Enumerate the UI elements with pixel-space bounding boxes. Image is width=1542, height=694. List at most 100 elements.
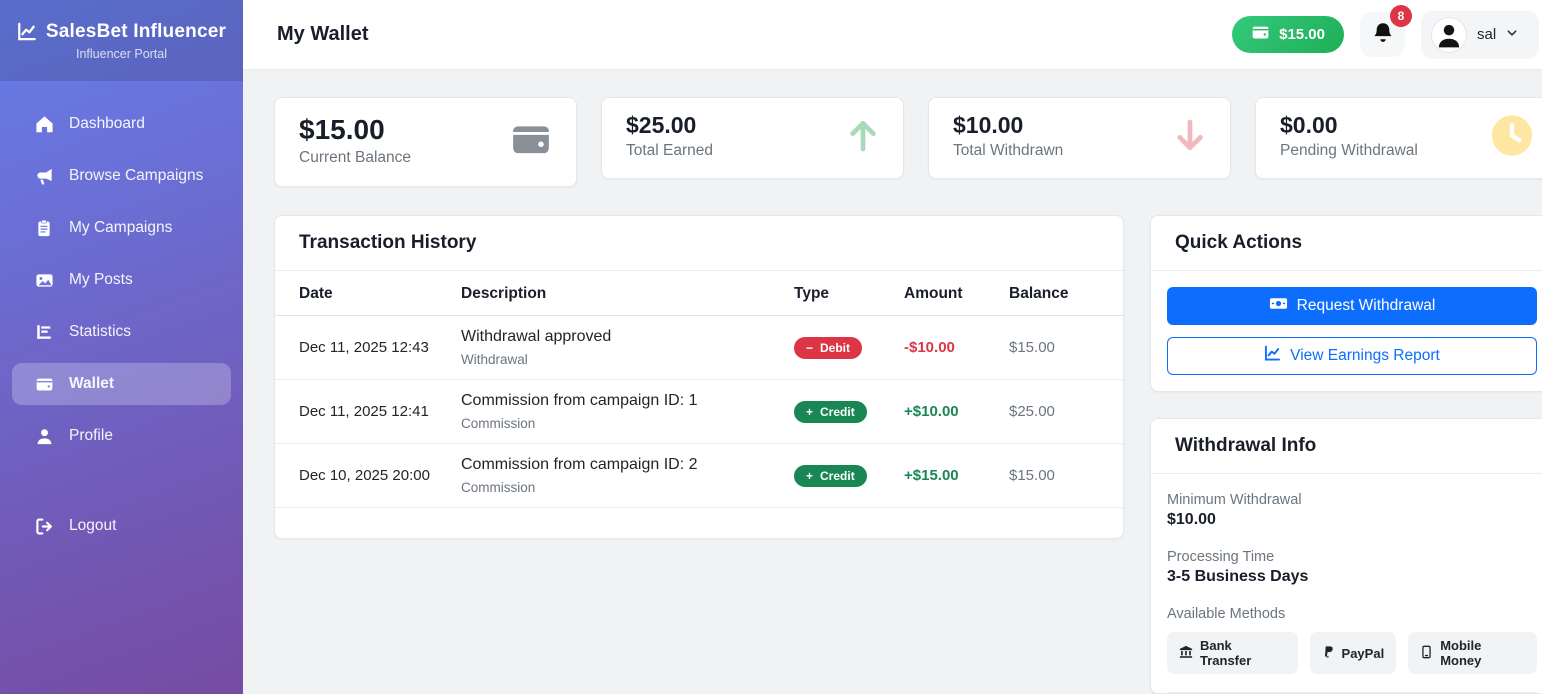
quick-actions-title: Quick Actions <box>1151 216 1542 271</box>
right-column: Quick Actions Request Withdrawal <box>1150 215 1542 694</box>
wallet-icon <box>508 119 554 166</box>
sidebar-item-browse-campaigns[interactable]: Browse Campaigns <box>12 155 231 197</box>
withdrawal-info-title: Withdrawal Info <box>1151 419 1542 474</box>
sidebar-item-logout[interactable]: Logout <box>12 505 231 547</box>
wallet-icon <box>34 374 54 394</box>
tx-description: Commission from campaign ID: 2 <box>461 456 774 474</box>
tx-date: Dec 11, 2025 12:43 <box>275 316 451 380</box>
main-column: My Wallet $15.00 8 sal <box>243 0 1542 694</box>
sidebar-item-label: Logout <box>69 517 116 535</box>
minimum-withdrawal-label: Minimum Withdrawal <box>1167 492 1537 508</box>
table-row: Dec 11, 2025 12:41 Commission from campa… <box>275 380 1123 444</box>
processing-time-value: 3-5 Business Days <box>1167 568 1537 586</box>
sidebar-item-label: My Campaigns <box>69 219 172 237</box>
notification-count-badge: 8 <box>1390 5 1412 27</box>
method-label: Bank Transfer <box>1200 638 1286 668</box>
brand-subtitle: Influencer Portal <box>76 47 167 61</box>
tx-category: Withdrawal <box>461 352 774 367</box>
sidebar-item-label: Statistics <box>69 323 131 341</box>
logout-icon <box>34 516 54 536</box>
available-methods-label: Available Methods <box>1167 606 1537 622</box>
content-area: $15.00 Current Balance $25.00 Total Earn… <box>243 69 1542 694</box>
type-label: Credit <box>820 405 855 419</box>
wallet-balance-pill[interactable]: $15.00 <box>1232 16 1344 53</box>
tx-amount: +$10.00 <box>894 380 999 444</box>
bank-icon <box>1179 645 1193 662</box>
section-divider <box>1167 692 1537 693</box>
view-earnings-label: View Earnings Report <box>1290 347 1440 365</box>
image-icon <box>34 270 54 290</box>
transaction-history-title: Transaction History <box>275 216 1123 271</box>
stat-card-pending-withdrawal: $0.00 Pending Withdrawal <box>1255 97 1542 179</box>
topbar-balance: $15.00 <box>1279 26 1325 43</box>
sidebar-item-my-campaigns[interactable]: My Campaigns <box>12 207 231 249</box>
arrow-down-icon <box>1172 116 1208 161</box>
view-earnings-report-button[interactable]: View Earnings Report <box>1167 337 1537 375</box>
method-badge-bank-transfer: Bank Transfer <box>1167 632 1298 674</box>
stats-row: $15.00 Current Balance $25.00 Total Earn… <box>274 97 1542 187</box>
method-badge-paypal: PayPal <box>1310 632 1397 674</box>
sidebar: SalesBet Influencer Influencer Portal Da… <box>0 0 243 694</box>
clipboard-icon <box>34 218 54 238</box>
column-header-description: Description <box>451 271 784 316</box>
brand-title: SalesBet Influencer <box>46 21 226 43</box>
tx-date: Dec 11, 2025 12:41 <box>275 380 451 444</box>
sidebar-item-dashboard[interactable]: Dashboard <box>12 103 231 145</box>
sidebar-item-label: Browse Campaigns <box>69 167 203 185</box>
tx-date: Dec 10, 2025 20:00 <box>275 444 451 508</box>
notifications-button[interactable]: 8 <box>1360 12 1405 57</box>
table-row: Dec 11, 2025 12:43 Withdrawal approved W… <box>275 316 1123 380</box>
page-title: My Wallet <box>277 23 369 46</box>
method-label: Mobile Money <box>1440 638 1525 668</box>
transaction-history-card: Transaction History Date Description Typ… <box>274 215 1124 539</box>
sidebar-spacer <box>12 467 231 505</box>
plus-sign: + <box>806 405 813 419</box>
sidebar-item-wallet[interactable]: Wallet <box>12 363 231 405</box>
method-label: PayPal <box>1342 646 1385 661</box>
request-withdrawal-label: Request Withdrawal <box>1297 297 1436 315</box>
arrow-up-icon <box>845 116 881 161</box>
mobile-phone-icon <box>1420 645 1433 662</box>
sidebar-item-label: Dashboard <box>69 115 145 133</box>
withdrawal-info-card: Withdrawal Info Minimum Withdrawal $10.0… <box>1150 418 1542 694</box>
megaphone-icon <box>34 166 54 186</box>
tx-amount: -$10.00 <box>894 316 999 380</box>
user-menu[interactable]: sal <box>1421 11 1539 59</box>
request-withdrawal-button[interactable]: Request Withdrawal <box>1167 287 1537 325</box>
tx-description: Withdrawal approved <box>461 328 774 346</box>
transactions-table: Date Description Type Amount Balance Dec… <box>275 271 1123 508</box>
credit-badge: + Credit <box>794 401 867 423</box>
bell-icon <box>1372 21 1394 48</box>
wallet-icon <box>1251 23 1270 46</box>
sidebar-item-profile[interactable]: Profile <box>12 415 231 457</box>
tx-category: Commission <box>461 416 774 431</box>
person-icon <box>34 426 54 446</box>
minimum-withdrawal-value: $10.00 <box>1167 511 1537 529</box>
avatar <box>1431 17 1467 53</box>
type-label: Credit <box>820 469 855 483</box>
graph-up-logo-icon <box>17 22 37 42</box>
debit-badge: − Debit <box>794 337 862 359</box>
cash-icon <box>1269 294 1288 318</box>
tx-description: Commission from campaign ID: 1 <box>461 392 774 410</box>
plus-sign: + <box>806 469 813 483</box>
username: sal <box>1477 26 1496 43</box>
bar-chart-icon <box>34 322 54 342</box>
sidebar-nav: Dashboard Browse Campaigns My Campaigns … <box>0 81 243 547</box>
sidebar-item-statistics[interactable]: Statistics <box>12 311 231 353</box>
minus-sign: − <box>806 341 813 355</box>
graph-up-icon <box>1264 345 1281 367</box>
stat-card-total-withdrawn: $10.00 Total Withdrawn <box>928 97 1231 179</box>
clock-icon <box>1489 113 1535 164</box>
credit-badge: + Credit <box>794 465 867 487</box>
tx-category: Commission <box>461 480 774 495</box>
sidebar-item-label: Profile <box>69 427 113 445</box>
quick-actions-card: Quick Actions Request Withdrawal <box>1150 215 1542 392</box>
stat-card-total-earned: $25.00 Total Earned <box>601 97 904 179</box>
column-header-type: Type <box>784 271 894 316</box>
tx-balance: $15.00 <box>999 316 1123 380</box>
table-row: Dec 10, 2025 20:00 Commission from campa… <box>275 444 1123 508</box>
table-footer-space <box>275 508 1123 538</box>
sidebar-item-my-posts[interactable]: My Posts <box>12 259 231 301</box>
column-header-amount: Amount <box>894 271 999 316</box>
